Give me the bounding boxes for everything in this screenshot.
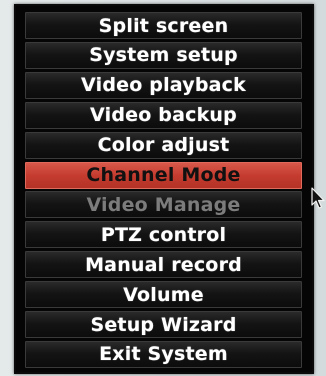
main-menu: Split screen System setup Video playback… <box>14 4 314 374</box>
menu-item-video-playback[interactable]: Video playback <box>25 71 302 99</box>
menu-item-split-screen[interactable]: Split screen <box>25 12 302 39</box>
menu-item-color-adjust[interactable]: Color adjust <box>25 131 302 159</box>
menu-item-channel-mode[interactable]: Channel Mode <box>25 161 302 189</box>
menu-item-video-backup[interactable]: Video backup <box>25 101 302 129</box>
menu-item-system-setup[interactable]: System setup <box>25 41 302 69</box>
menu-item-ptz-control[interactable]: PTZ control <box>25 221 302 249</box>
menu-item-setup-wizard[interactable]: Setup Wizard <box>25 311 302 339</box>
menu-item-manual-record[interactable]: Manual record <box>25 251 302 279</box>
menu-item-volume[interactable]: Volume <box>25 281 302 309</box>
menu-item-exit-system[interactable]: Exit System <box>25 340 302 368</box>
menu-item-video-manage: Video Manage <box>25 191 302 219</box>
mouse-pointer-icon <box>311 187 325 209</box>
